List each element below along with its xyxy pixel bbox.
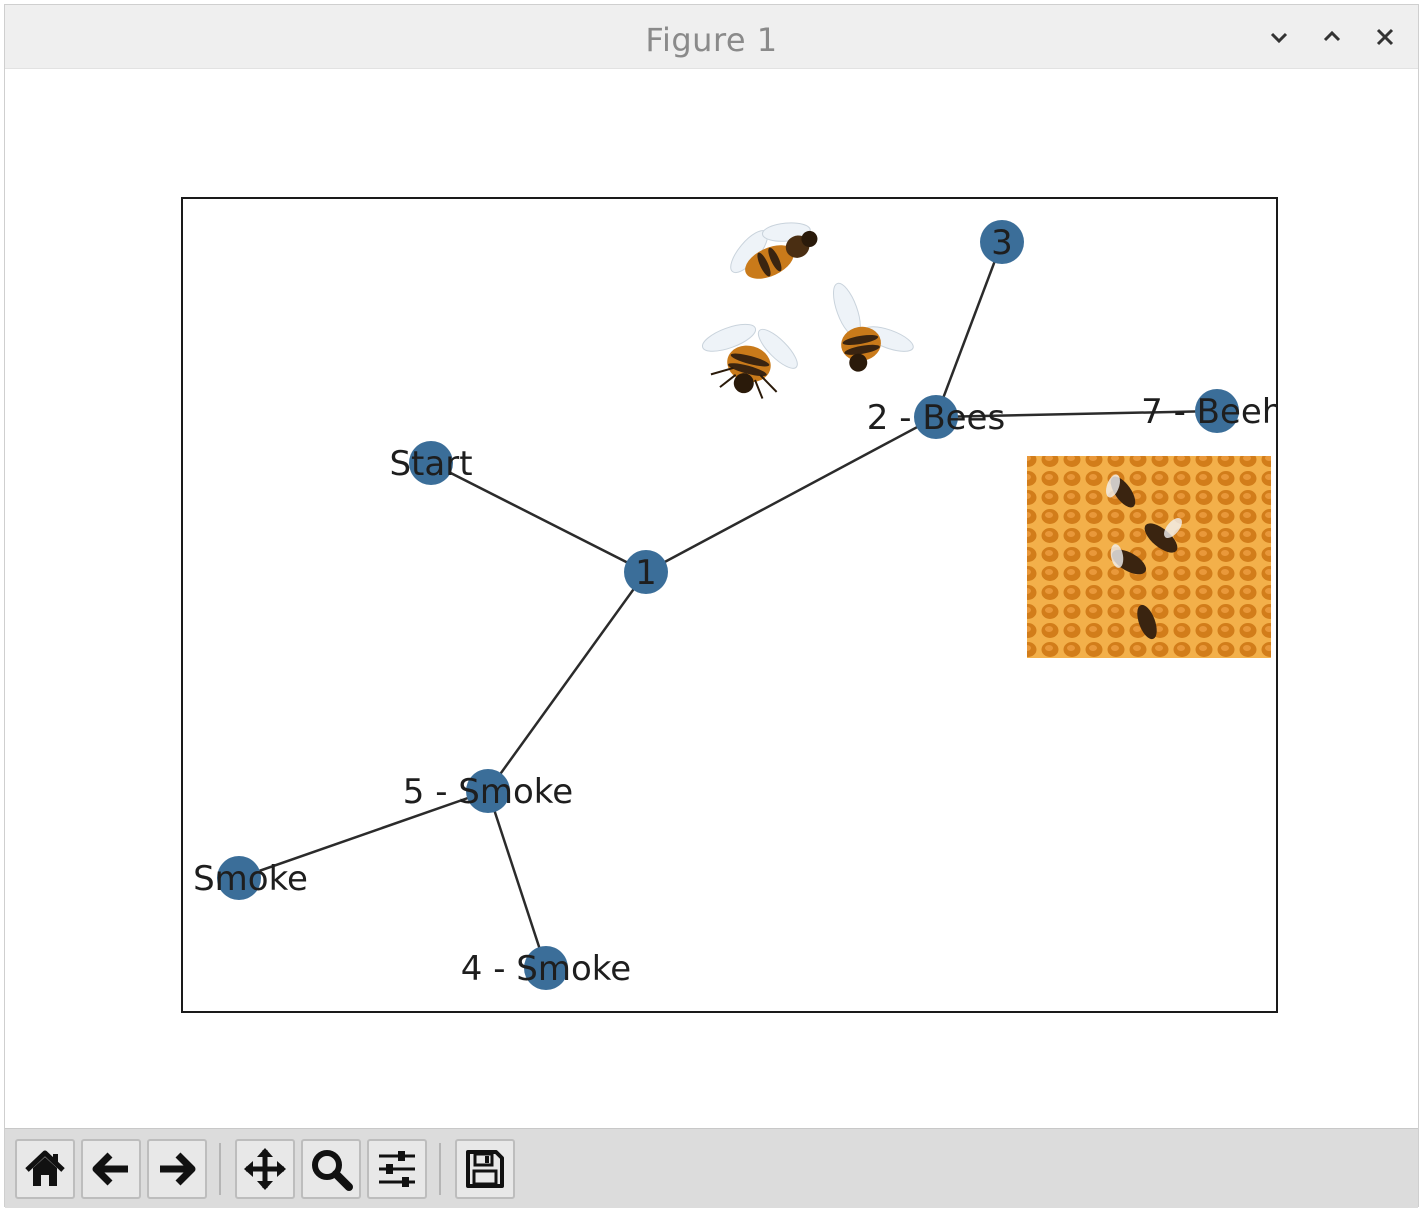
figure-canvas[interactable]: Start 1 2 - Bees 3 7 - Beehi 5 - Smoke - Smoke… [5,70,1418,1128]
pan-button[interactable] [235,1139,295,1199]
configure-subplots-button[interactable] [367,1139,427,1199]
graph-node-label: Start [389,444,472,484]
back-arrow-icon [92,1152,128,1186]
graph-node-label: - Smoke [170,859,308,899]
close-icon [1376,28,1394,46]
zoom-button[interactable] [301,1139,361,1199]
home-icon [25,1150,65,1186]
home-button[interactable] [15,1139,75,1199]
zoom-icon [312,1150,353,1191]
forward-button[interactable] [147,1139,207,1199]
graph-node-label: 5 - Smoke [403,772,573,812]
pan-icon [244,1148,286,1190]
graph-node-label: 2 - Bees [867,398,1005,438]
forward-arrow-icon [160,1152,196,1186]
graph-node-label: 3 [991,223,1013,263]
back-button[interactable] [81,1139,141,1199]
navigation-toolbar [5,1128,1418,1208]
window-title: Figure 1 [645,21,778,59]
graph-node-label: 4 - Smoke [461,949,631,989]
save-button[interactable] [455,1139,515,1199]
honeycomb-image [1027,456,1271,658]
graph-node-label: 7 - Beehi [1141,392,1293,432]
maximize-button[interactable] [1318,23,1346,51]
title-bar[interactable]: Figure 1 [5,5,1418,69]
graph-node-label: 1 [635,553,657,593]
close-button[interactable] [1371,23,1399,51]
toolbar-separator [439,1143,441,1195]
toolbar-separator [219,1143,221,1195]
figure-window: Figure 1 Start 1 2 - Bees 3 7 - Beehi 5 … [4,4,1419,1208]
configure-subplots-icon [379,1151,415,1187]
minimize-button[interactable] [1265,23,1293,51]
plot-svg: Start 1 2 - Bees 3 7 - Beehi 5 - Smoke - Smoke… [170,197,1293,1013]
save-icon [466,1150,504,1188]
chevron-down-icon [1270,32,1288,44]
chevron-up-icon [1323,30,1341,42]
